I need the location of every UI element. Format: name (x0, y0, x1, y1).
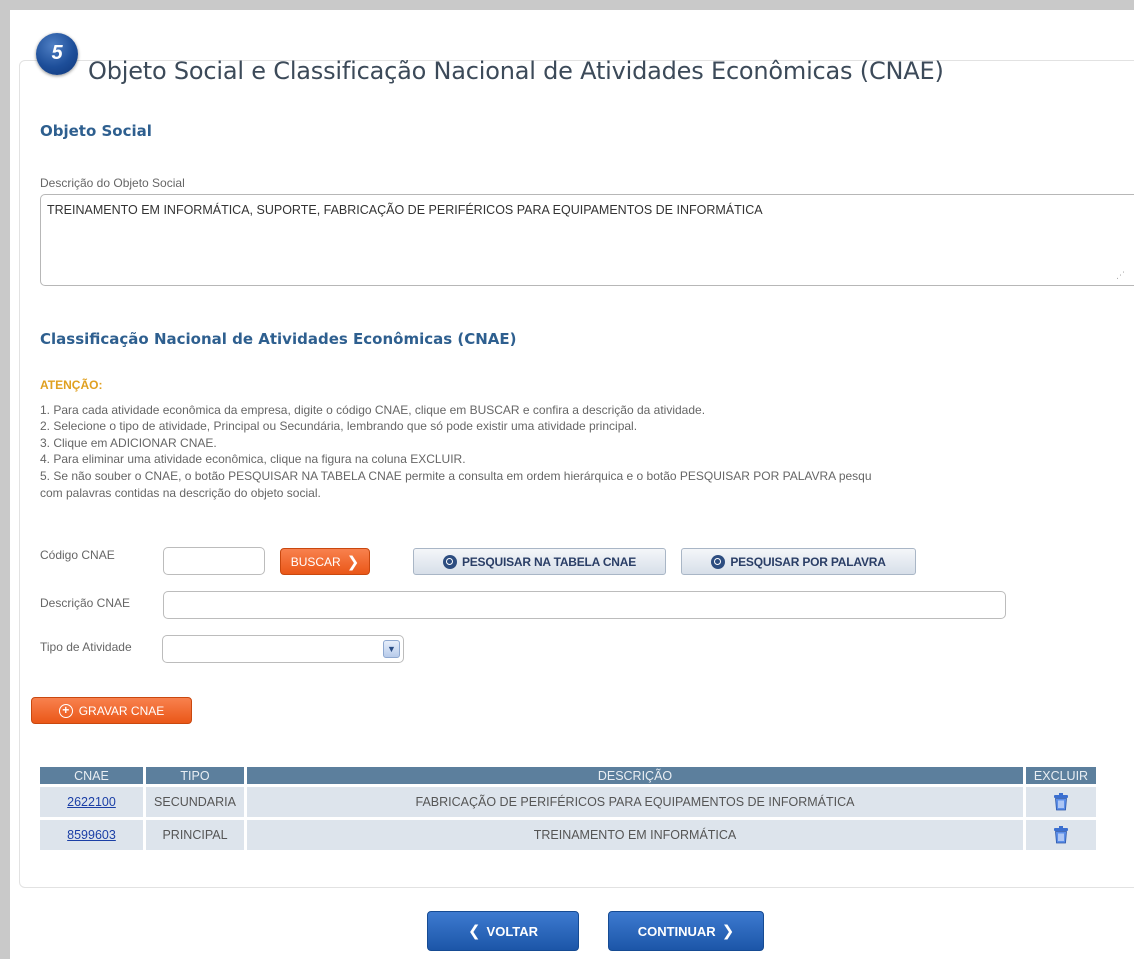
search-icon (442, 554, 457, 569)
buscar-label: BUSCAR (290, 554, 341, 569)
section-title-objeto-social: Objeto Social (40, 122, 152, 140)
pesquisar-tabela-button[interactable]: PESQUISAR NA TABELA CNAE (413, 548, 666, 575)
codigo-cnae-label: Código CNAE (40, 548, 115, 562)
page-title: Objeto Social e Classificação Nacional d… (88, 57, 944, 85)
objeto-social-description-text: TREINAMENTO EM INFORMÁTICA, SUPORTE, FAB… (47, 203, 763, 217)
objeto-social-description-label: Descrição do Objeto Social (40, 176, 185, 190)
pesquisar-palavra-label: PESQUISAR POR PALAVRA (730, 554, 886, 569)
column-header-cnae: CNAE (40, 767, 143, 784)
instruction-4: 4. Para eliminar uma atividade econômica… (40, 452, 466, 466)
cnae-code-link[interactable]: 2622100 (67, 795, 116, 809)
cnae-table: CNAE TIPO DESCRIÇÃO EXCLUIR 2622100 SECU… (37, 764, 1099, 853)
tipo-atividade-select[interactable]: ▼ (162, 635, 404, 663)
section-title-cnae: Classificação Nacional de Atividades Eco… (40, 330, 517, 348)
window-frame-left (0, 0, 10, 959)
continuar-label: CONTINUAR (637, 923, 716, 939)
window-frame-top (0, 0, 1134, 10)
voltar-button[interactable]: ❮ VOLTAR (427, 911, 579, 951)
chevron-right-icon: ❯ (346, 553, 360, 571)
cnae-code-link[interactable]: 8599603 (67, 828, 116, 842)
step-badge: 5 (36, 33, 78, 75)
chevron-left-icon: ❮ (467, 923, 481, 940)
instruction-2: 2. Selecione o tipo de atividade, Princi… (40, 419, 638, 433)
cell-tipo: PRINCIPAL (146, 820, 244, 850)
table-header-row: CNAE TIPO DESCRIÇÃO EXCLUIR (40, 767, 1096, 784)
cell-excluir[interactable] (1026, 787, 1096, 817)
codigo-cnae-input[interactable] (163, 547, 265, 575)
cell-descricao: FABRICAÇÃO DE PERIFÉRICOS PARA EQUIPAMEN… (247, 787, 1023, 817)
buscar-button[interactable]: BUSCAR ❯ (280, 548, 370, 575)
instruction-5-continued: com palavras contidas na descrição do ob… (40, 486, 321, 500)
pesquisar-tabela-label: PESQUISAR NA TABELA CNAE (461, 554, 637, 569)
voltar-label: VOLTAR (486, 923, 539, 939)
gravar-cnae-label: GRAVAR CNAE (78, 703, 165, 718)
cell-cnae[interactable]: 8599603 (40, 820, 143, 850)
cell-excluir[interactable] (1026, 820, 1096, 850)
chevron-right-icon: ❯ (721, 923, 735, 940)
descricao-cnae-input[interactable] (163, 591, 1006, 619)
attention-label: ATENÇÃO: (40, 378, 103, 392)
cell-descricao: TREINAMENTO EM INFORMÁTICA (247, 820, 1023, 850)
chevron-down-icon[interactable]: ▼ (383, 640, 400, 658)
resize-grip-icon[interactable]: ⋰ (1116, 270, 1125, 281)
descricao-cnae-label: Descrição CNAE (40, 596, 131, 610)
column-header-descricao: DESCRIÇÃO (247, 767, 1023, 784)
plus-icon: + (58, 703, 73, 718)
instruction-1: 1. Para cada atividade econômica da empr… (40, 403, 706, 417)
gravar-cnae-button[interactable]: + GRAVAR CNAE (31, 697, 192, 724)
cell-tipo: SECUNDARIA (146, 787, 244, 817)
table-row: 2622100 SECUNDARIA FABRICAÇÃO DE PERIFÉR… (40, 787, 1096, 817)
instruction-5: 5. Se não souber o CNAE, o botão PESQUIS… (40, 469, 872, 483)
objeto-social-description-field[interactable]: TREINAMENTO EM INFORMÁTICA, SUPORTE, FAB… (40, 194, 1134, 286)
pesquisar-palavra-button[interactable]: PESQUISAR POR PALAVRA (681, 548, 916, 575)
continuar-button[interactable]: CONTINUAR ❯ (608, 911, 764, 951)
search-icon (711, 554, 726, 569)
column-header-excluir: EXCLUIR (1026, 767, 1096, 784)
tipo-atividade-label: Tipo de Atividade (40, 640, 132, 654)
cell-cnae[interactable]: 2622100 (40, 787, 143, 817)
column-header-tipo: TIPO (146, 767, 244, 784)
trash-icon[interactable] (1053, 826, 1069, 844)
instruction-3: 3. Clique em ADICIONAR CNAE. (40, 436, 217, 450)
table-row: 8599603 PRINCIPAL TREINAMENTO EM INFORMÁ… (40, 820, 1096, 850)
trash-icon[interactable] (1053, 793, 1069, 811)
